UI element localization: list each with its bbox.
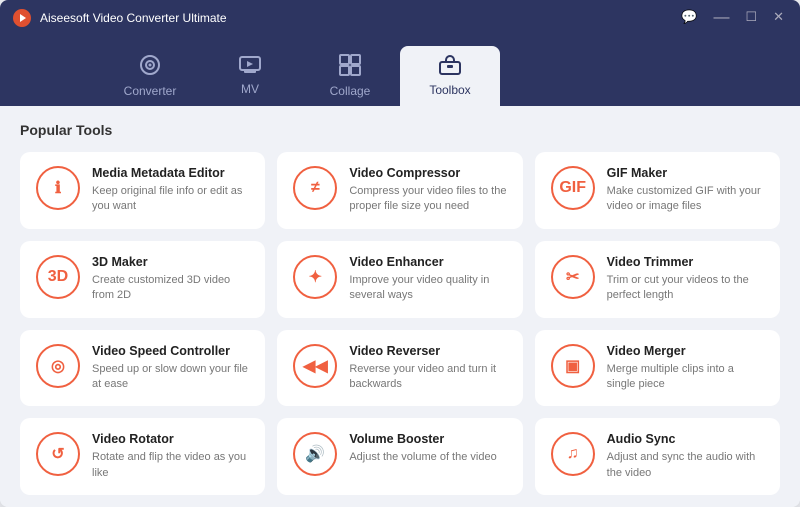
tab-collage[interactable]: Collage [300, 46, 400, 106]
tool-info-video-compressor: Video Compressor Compress your video file… [349, 166, 506, 215]
tool-name-audio-sync: Audio Sync [607, 432, 764, 446]
window-controls: 💬 — ☐ ✕ [677, 9, 788, 27]
tool-desc-video-compressor: Compress your video files to the proper … [349, 184, 506, 215]
message-icon[interactable]: 💬 [677, 9, 701, 27]
tool-name-3d-maker: 3D Maker [92, 255, 249, 269]
tools-grid: ℹ Media Metadata Editor Keep original file… [20, 152, 780, 495]
tool-info-video-enhancer: Video Enhancer Improve your video quality… [349, 255, 506, 304]
video-compressor-icon: ≠ [293, 166, 337, 210]
tool-card-video-trimmer[interactable]: ✂ Video Trimmer Trim or cut your videos to… [535, 241, 780, 318]
tool-desc-gif-maker: Make customized GIF with your video or i… [607, 184, 764, 215]
tool-desc-volume-booster: Adjust the volume of the video [349, 450, 506, 465]
audio-sync-icon: ♫ [551, 432, 595, 476]
tab-toolbox[interactable]: Toolbox [400, 46, 500, 106]
tool-desc-video-enhancer: Improve your video quality in several wa… [349, 273, 506, 304]
video-rotator-icon: ↺ [36, 432, 80, 476]
tool-name-video-rotator: Video Rotator [92, 432, 249, 446]
nav-bar: Converter MV Collage [0, 36, 800, 106]
tool-name-media-metadata-editor: Media Metadata Editor [92, 166, 249, 180]
tool-card-video-speed-controller[interactable]: ◎ Video Speed Controller Speed up or slow … [20, 330, 265, 407]
tool-card-video-reverser[interactable]: ◀◀ Video Reverser Reverse your video and t… [277, 330, 522, 407]
tool-info-video-rotator: Video Rotator Rotate and flip the video a… [92, 432, 249, 481]
tool-name-video-trimmer: Video Trimmer [607, 255, 764, 269]
tool-info-video-merger: Video Merger Merge multiple clips into a … [607, 344, 764, 393]
tool-card-volume-booster[interactable]: 🔊 Volume Booster Adjust the volume of the … [277, 418, 522, 495]
tool-name-video-merger: Video Merger [607, 344, 764, 358]
tool-card-video-rotator[interactable]: ↺ Video Rotator Rotate and flip the video … [20, 418, 265, 495]
close-button[interactable]: ✕ [769, 9, 788, 27]
tool-info-gif-maker: GIF Maker Make customized GIF with your v… [607, 166, 764, 215]
collage-label: Collage [330, 84, 371, 98]
tool-info-video-speed-controller: Video Speed Controller Speed up or slow d… [92, 344, 249, 393]
converter-icon [139, 54, 161, 80]
tool-desc-audio-sync: Adjust and sync the audio with the video [607, 450, 764, 481]
volume-booster-icon: 🔊 [293, 432, 337, 476]
tool-name-video-speed-controller: Video Speed Controller [92, 344, 249, 358]
media-metadata-editor-icon: ℹ [36, 166, 80, 210]
minimize-button[interactable]: — [709, 9, 733, 27]
tool-name-volume-booster: Volume Booster [349, 432, 506, 446]
tool-name-video-enhancer: Video Enhancer [349, 255, 506, 269]
tab-mv[interactable]: MV [200, 46, 300, 106]
section-title: Popular Tools [20, 122, 780, 138]
tool-name-video-compressor: Video Compressor [349, 166, 506, 180]
tool-desc-video-speed-controller: Speed up or slow down your file at ease [92, 362, 249, 393]
tool-info-media-metadata-editor: Media Metadata Editor Keep original file … [92, 166, 249, 215]
video-trimmer-icon: ✂ [551, 255, 595, 299]
video-merger-icon: ▣ [551, 344, 595, 388]
video-enhancer-icon: ✦ [293, 255, 337, 299]
converter-label: Converter [124, 84, 177, 98]
app-window: Aiseesoft Video Converter Ultimate 💬 — ☐… [0, 0, 800, 507]
tool-card-video-compressor[interactable]: ≠ Video Compressor Compress your video fil… [277, 152, 522, 229]
tool-card-video-merger[interactable]: ▣ Video Merger Merge multiple clips into a… [535, 330, 780, 407]
tool-desc-video-trimmer: Trim or cut your videos to the perfect l… [607, 273, 764, 304]
titlebar: Aiseesoft Video Converter Ultimate 💬 — ☐… [0, 0, 800, 36]
tool-info-video-trimmer: Video Trimmer Trim or cut your videos to … [607, 255, 764, 304]
video-reverser-icon: ◀◀ [293, 344, 337, 388]
toolbox-label: Toolbox [429, 83, 470, 97]
maximize-button[interactable]: ☐ [741, 9, 761, 27]
tool-card-3d-maker[interactable]: 3D 3D Maker Create customized 3D video fro… [20, 241, 265, 318]
main-content: Popular Tools ℹ Media Metadata Editor Keep… [0, 106, 800, 507]
tool-name-gif-maker: GIF Maker [607, 166, 764, 180]
tool-info-video-reverser: Video Reverser Reverse your video and tur… [349, 344, 506, 393]
app-title: Aiseesoft Video Converter Ultimate [40, 11, 677, 25]
tool-desc-video-merger: Merge multiple clips into a single piece [607, 362, 764, 393]
tool-card-video-enhancer[interactable]: ✦ Video Enhancer Improve your video qualit… [277, 241, 522, 318]
video-speed-controller-icon: ◎ [36, 344, 80, 388]
mv-label: MV [241, 82, 259, 96]
mv-icon [239, 56, 261, 78]
collage-icon [339, 54, 361, 80]
tool-info-3d-maker: 3D Maker Create customized 3D video from … [92, 255, 249, 304]
tool-card-media-metadata-editor[interactable]: ℹ Media Metadata Editor Keep original file… [20, 152, 265, 229]
tool-info-audio-sync: Audio Sync Adjust and sync the audio with… [607, 432, 764, 481]
tool-info-volume-booster: Volume Booster Adjust the volume of the v… [349, 432, 506, 465]
tool-card-gif-maker[interactable]: GIF GIF Maker Make customized GIF with you… [535, 152, 780, 229]
3d-maker-icon: 3D [36, 255, 80, 299]
tool-name-video-reverser: Video Reverser [349, 344, 506, 358]
tool-desc-video-rotator: Rotate and flip the video as you like [92, 450, 249, 481]
tab-converter[interactable]: Converter [100, 46, 200, 106]
gif-maker-icon: GIF [551, 166, 595, 210]
app-logo [12, 8, 32, 28]
tool-desc-media-metadata-editor: Keep original file info or edit as you w… [92, 184, 249, 215]
tool-desc-3d-maker: Create customized 3D video from 2D [92, 273, 249, 304]
tool-card-audio-sync[interactable]: ♫ Audio Sync Adjust and sync the audio wit… [535, 418, 780, 495]
toolbox-icon [439, 55, 461, 79]
tool-desc-video-reverser: Reverse your video and turn it backwards [349, 362, 506, 393]
